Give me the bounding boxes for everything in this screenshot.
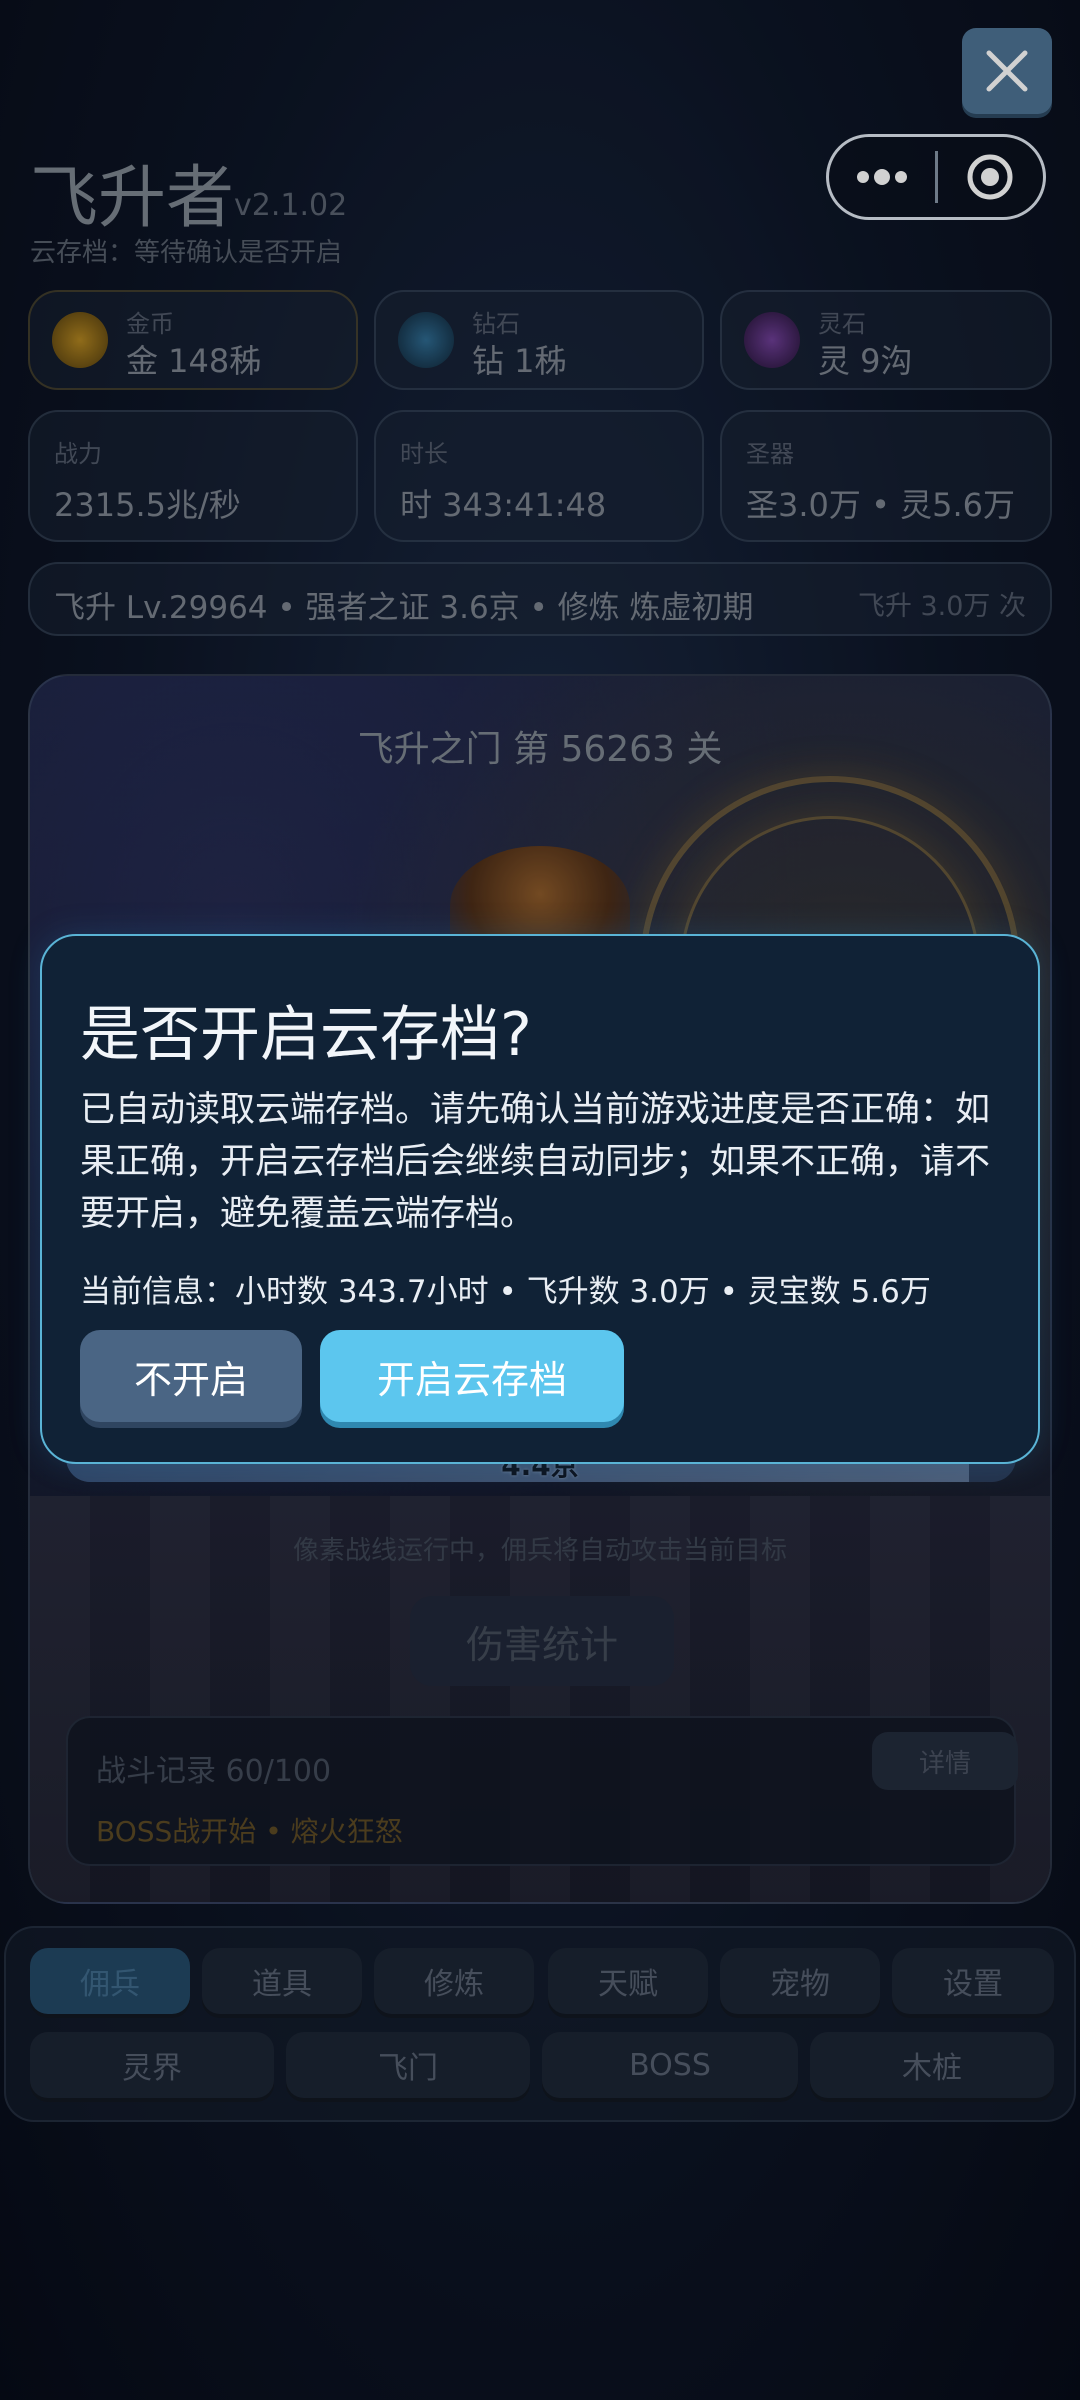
tab-boss[interactable]: BOSS xyxy=(542,2032,798,2098)
app-title: 飞升者 xyxy=(30,159,235,238)
power-label: 战力 xyxy=(54,440,102,468)
tab-training-dummy[interactable]: 木桩 xyxy=(810,2032,1054,2098)
battle-log: 战斗记录 60/100 详情 BOSS战开始 • 熔火狂怒 xyxy=(66,1716,1018,1866)
artifact-value: 圣3.0万 • 灵5.6万 xyxy=(746,486,1016,524)
playtime-label: 时长 xyxy=(400,440,448,468)
more-dots-icon xyxy=(856,169,907,185)
spirit-stone-value: 灵 9沟 xyxy=(818,342,913,380)
gold-card: 金币 金 148秭 xyxy=(28,290,358,390)
close-icon xyxy=(986,50,1028,92)
cloud-save-dialog: 是否开启云存档? 已自动读取云端存档。请先确认当前游戏进度是否正确：如果正确，开… xyxy=(40,934,1040,1464)
spirit-stone-label: 灵石 xyxy=(818,310,866,338)
diamond-value: 钻 1秭 xyxy=(472,342,567,380)
gold-coin-icon xyxy=(52,312,108,368)
artifact-card: 圣器 圣3.0万 • 灵5.6万 xyxy=(720,410,1052,542)
close-button[interactable] xyxy=(962,28,1052,114)
ascend-count: 飞升 3.0万 次 xyxy=(857,591,1026,622)
exit-miniprogram-button[interactable] xyxy=(938,137,1044,217)
damage-stats-button[interactable]: 伤害统计 xyxy=(410,1596,674,1686)
playtime-value: 时 343:41:48 xyxy=(400,486,607,524)
power-card: 战力 2315.5兆/秒 xyxy=(28,410,358,542)
app-version: v2.1.02 xyxy=(234,188,348,223)
miniprogram-capsule xyxy=(826,134,1046,220)
tab-ascend-gate[interactable]: 飞门 xyxy=(286,2032,530,2098)
dialog-title: 是否开启云存档? xyxy=(80,1000,532,1070)
enable-cloud-save-button[interactable]: 开启云存档 xyxy=(320,1330,624,1422)
progress-summary-bar: 飞升 Lv.29964 • 强者之证 3.6京 • 修炼 炼虚初期 飞升 3.0… xyxy=(28,562,1052,636)
diamond-label: 钻石 xyxy=(472,310,520,338)
dialog-current-info: 当前信息：小时数 343.7小时 • 飞升数 3.0万 • 灵宝数 5.6万 xyxy=(80,1274,931,1310)
battle-status: 像素战线运行中，佣兵将自动攻击当前目标 xyxy=(292,1536,787,1566)
dialog-body: 已自动读取云端存档。请先确认当前游戏进度是否正确：如果正确，开启云存档后会继续自… xyxy=(80,1090,991,1234)
spirit-stone-card: 灵石 灵 9沟 xyxy=(720,290,1052,390)
spirit-stone-icon xyxy=(744,312,800,368)
tab-items[interactable]: 道具 xyxy=(202,1948,362,2014)
artifact-label: 圣器 xyxy=(746,440,794,468)
cloud-status: 云存档：等待确认是否开启 xyxy=(30,238,343,268)
battle-log-entry: BOSS战开始 • 熔火狂怒 xyxy=(96,1815,403,1848)
progress-summary: 飞升 Lv.29964 • 强者之证 3.6京 • 修炼 炼虚初期 xyxy=(54,590,754,626)
tab-mercenary[interactable]: 佣兵 xyxy=(30,1948,190,2014)
gold-value: 金 148秭 xyxy=(126,342,262,380)
stage-title: 飞升之门 第 56263 关 xyxy=(357,729,723,770)
cancel-button[interactable]: 不开启 xyxy=(80,1330,302,1422)
playtime-card: 时长 时 343:41:48 xyxy=(374,410,704,542)
bottom-nav: 佣兵 道具 修炼 天赋 宠物 设置 灵界 飞门 BOSS 木桩 xyxy=(4,1926,1076,2122)
log-detail-button[interactable]: 详情 xyxy=(872,1732,1018,1790)
tab-pets[interactable]: 宠物 xyxy=(720,1948,880,2014)
tab-cultivation[interactable]: 修炼 xyxy=(374,1948,534,2014)
target-circle-icon xyxy=(967,154,1013,200)
tab-settings[interactable]: 设置 xyxy=(892,1948,1054,2014)
battle-log-title: 战斗记录 60/100 xyxy=(96,1754,332,1789)
power-value: 2315.5兆/秒 xyxy=(54,486,241,524)
tab-talent[interactable]: 天赋 xyxy=(548,1948,708,2014)
more-button[interactable] xyxy=(829,137,935,217)
diamond-card: 钻石 钻 1秭 xyxy=(374,290,704,390)
gold-label: 金币 xyxy=(126,310,174,338)
tab-spirit-realm[interactable]: 灵界 xyxy=(30,2032,274,2098)
diamond-icon xyxy=(398,312,454,368)
